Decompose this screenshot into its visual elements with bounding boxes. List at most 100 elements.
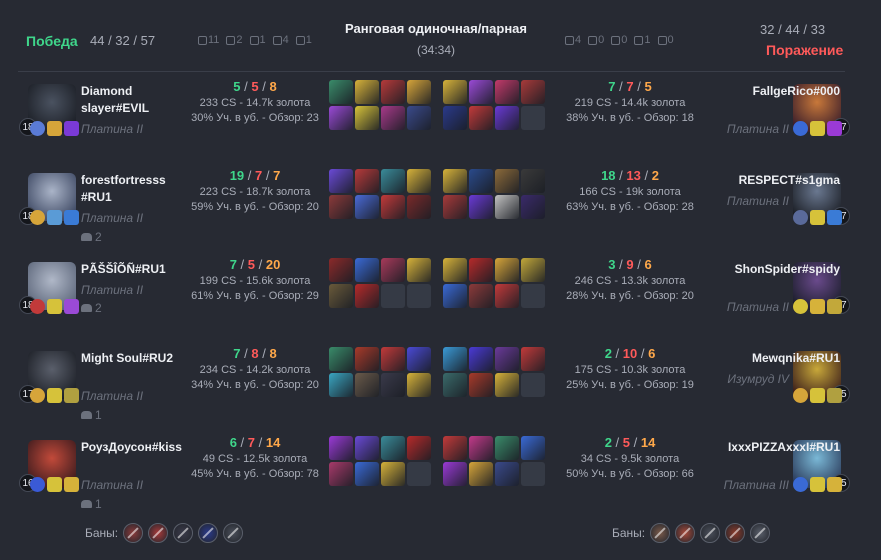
kill-participation-vision: 61% Уч. в уб. - Обзор: 29 <box>191 290 319 302</box>
item-icon[interactable] <box>443 195 467 219</box>
runes-and-spells <box>793 210 842 225</box>
summoner-name[interactable]: PÃŠŠÎÕÑ#RU1 <box>81 261 179 278</box>
summoner-name[interactable]: IxxxPIZZAxxxI#RU1 <box>690 439 840 456</box>
item-icon[interactable] <box>381 436 405 460</box>
item-icon[interactable] <box>443 347 467 371</box>
item-icon[interactable] <box>469 284 493 308</box>
item-icon[interactable] <box>381 106 405 130</box>
item-icon[interactable] <box>495 80 519 104</box>
item-icon[interactable] <box>469 462 493 486</box>
item-icon[interactable] <box>521 169 545 193</box>
item-icon[interactable] <box>495 258 519 282</box>
item-icon[interactable] <box>495 195 519 219</box>
item-icon[interactable] <box>495 347 519 371</box>
cs-gold: 199 CS - 15.6k золота <box>199 275 311 287</box>
summoner-name[interactable]: RESPECT#s1gma <box>690 172 840 189</box>
item-icon[interactable] <box>407 347 431 371</box>
item-icon[interactable] <box>355 436 379 460</box>
item-icon[interactable] <box>443 169 467 193</box>
item-icon[interactable] <box>521 195 545 219</box>
item-icon[interactable] <box>355 80 379 104</box>
item-icon[interactable] <box>329 80 353 104</box>
item-icon[interactable] <box>443 373 467 397</box>
kda-slash: / <box>236 435 248 450</box>
item-icon[interactable] <box>443 80 467 104</box>
item-icon[interactable] <box>521 347 545 371</box>
item-icon[interactable] <box>407 106 431 130</box>
item-icon[interactable] <box>443 462 467 486</box>
empty-item-slot <box>521 373 545 397</box>
summoner-spell-icon <box>64 210 79 225</box>
item-icon[interactable] <box>407 80 431 104</box>
item-icon[interactable] <box>329 284 353 308</box>
summoner-name[interactable]: FallgeRico#000 <box>690 83 840 100</box>
summoner-name[interactable]: Mewqnika#RU1 <box>690 350 840 367</box>
item-icon[interactable] <box>329 462 353 486</box>
item-icon[interactable] <box>469 436 493 460</box>
item-icon[interactable] <box>443 284 467 308</box>
keystone-rune-icon <box>793 477 808 492</box>
item-icon[interactable] <box>381 80 405 104</box>
item-icon[interactable] <box>381 347 405 371</box>
item-icon[interactable] <box>329 436 353 460</box>
item-icon[interactable] <box>469 169 493 193</box>
item-icon[interactable] <box>381 373 405 397</box>
item-icon[interactable] <box>495 462 519 486</box>
item-icon[interactable] <box>355 284 379 308</box>
item-icon[interactable] <box>407 169 431 193</box>
item-icon[interactable] <box>329 195 353 219</box>
item-icon[interactable] <box>495 106 519 130</box>
item-icon[interactable] <box>521 436 545 460</box>
objective-count: 0 <box>621 34 628 46</box>
kda-slash: / <box>615 257 627 272</box>
item-icon[interactable] <box>469 373 493 397</box>
item-icon[interactable] <box>495 373 519 397</box>
item-icon[interactable] <box>469 106 493 130</box>
summoner-name[interactable]: Diamond slayer#EVIL <box>81 83 179 117</box>
item-icon[interactable] <box>495 284 519 308</box>
summoner-name[interactable]: ShonSpider#spidy <box>690 261 840 278</box>
kill-participation-vision: 59% Уч. в уб. - Обзор: 20 <box>191 201 319 213</box>
item-icon[interactable] <box>495 436 519 460</box>
item-icon[interactable] <box>329 106 353 130</box>
item-icon[interactable] <box>355 258 379 282</box>
game-mode: Ранговая одиночная/парная <box>344 21 527 36</box>
item-icon[interactable] <box>521 258 545 282</box>
item-icon[interactable] <box>407 373 431 397</box>
item-icon[interactable] <box>443 106 467 130</box>
summoner-name[interactable]: Might Soul#RU2 <box>81 350 179 367</box>
item-icon[interactable] <box>355 462 379 486</box>
item-icon[interactable] <box>381 258 405 282</box>
item-icon[interactable] <box>469 80 493 104</box>
runes-and-spells <box>30 477 79 492</box>
runes-and-spells <box>793 299 842 314</box>
summoner-name[interactable]: РоузДоусон#kiss <box>81 439 182 456</box>
item-icon[interactable] <box>407 258 431 282</box>
item-icon[interactable] <box>355 195 379 219</box>
item-icon[interactable] <box>355 106 379 130</box>
item-icon[interactable] <box>469 347 493 371</box>
summoner-spell-icon <box>827 388 842 403</box>
kda-slash: / <box>258 79 270 94</box>
item-icon[interactable] <box>381 195 405 219</box>
item-icon[interactable] <box>329 258 353 282</box>
item-icon[interactable] <box>495 169 519 193</box>
item-icon[interactable] <box>355 347 379 371</box>
item-icon[interactable] <box>329 347 353 371</box>
item-icon[interactable] <box>443 258 467 282</box>
item-icon[interactable] <box>355 373 379 397</box>
summoner-spell-icon <box>827 210 842 225</box>
item-icon[interactable] <box>355 169 379 193</box>
item-icon[interactable] <box>443 436 467 460</box>
item-icon[interactable] <box>381 462 405 486</box>
item-icon[interactable] <box>329 169 353 193</box>
item-icon[interactable] <box>407 436 431 460</box>
item-icon[interactable] <box>407 195 431 219</box>
summoner-name[interactable]: forestfortresss #RU1 <box>81 172 179 206</box>
item-icon[interactable] <box>469 258 493 282</box>
item-icon[interactable] <box>469 195 493 219</box>
party-icon <box>81 304 92 312</box>
item-icon[interactable] <box>381 169 405 193</box>
item-icon[interactable] <box>521 80 545 104</box>
item-icon[interactable] <box>329 373 353 397</box>
